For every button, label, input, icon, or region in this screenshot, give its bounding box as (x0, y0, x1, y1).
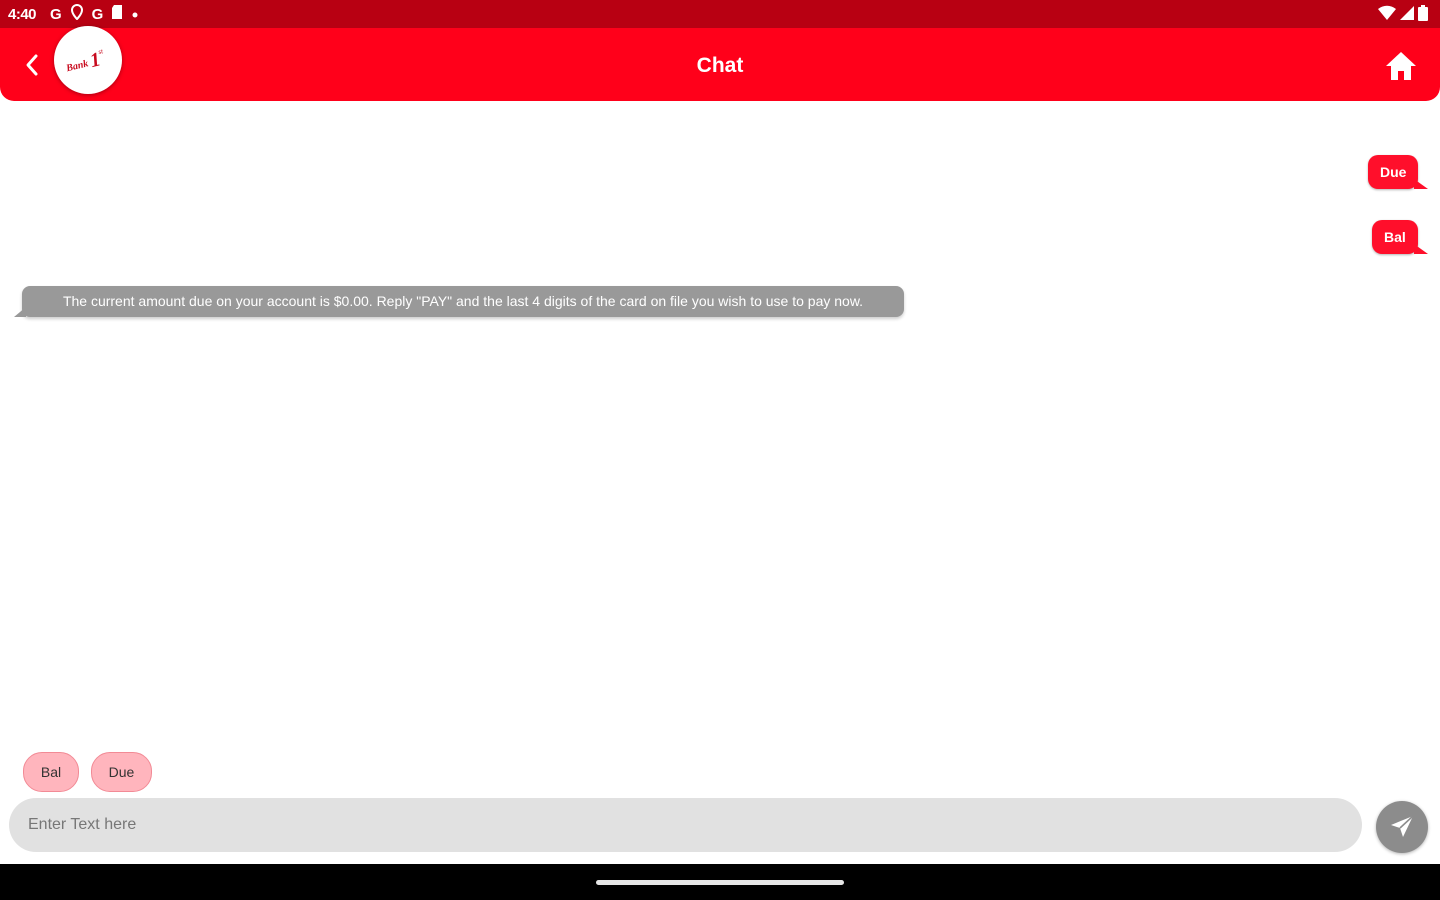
signal-icon (1400, 5, 1414, 26)
svg-text:Bank: Bank (64, 58, 89, 74)
outgoing-message: Bal (1372, 220, 1428, 254)
outgoing-message: Due (1368, 155, 1430, 189)
dot-icon (131, 6, 139, 24)
bank-logo: Bank 1 st (54, 26, 122, 94)
send-button[interactable] (1376, 801, 1428, 853)
system-nav-bar (0, 864, 1440, 900)
bank-logo-mark: Bank 1 st (64, 47, 105, 75)
status-bar: 4:40 G G (0, 0, 1440, 28)
quick-reply-due[interactable]: Due (91, 752, 152, 792)
battery-icon (1418, 5, 1428, 26)
message-text: Bal (1384, 229, 1406, 245)
app-bar: Chat (0, 28, 1440, 101)
incoming-message: The current amount due on your account i… (14, 286, 904, 317)
location-icon (70, 3, 84, 25)
home-gesture-handle[interactable] (596, 880, 844, 885)
send-icon (1391, 815, 1414, 837)
status-time: 4:40 (8, 6, 37, 23)
message-input[interactable] (9, 798, 1362, 852)
quick-reply-bal[interactable]: Bal (23, 752, 79, 792)
svg-text:st: st (97, 47, 104, 56)
status-left-icons: G G (50, 3, 139, 25)
status-right-icons (1378, 5, 1428, 26)
page-title: Chat (696, 54, 744, 77)
message-text: The current amount due on your account i… (62, 293, 864, 309)
chip-label: Due (108, 764, 135, 780)
wifi-icon (1378, 5, 1396, 26)
home-button[interactable] (1384, 50, 1418, 82)
message-text: Due (1380, 164, 1407, 180)
home-icon (1386, 52, 1416, 80)
sd-card-icon (111, 4, 123, 25)
chip-label: Bal (40, 764, 62, 780)
google-icon: G (91, 5, 104, 23)
google-icon: G (50, 5, 62, 23)
message-input-container (9, 798, 1362, 852)
